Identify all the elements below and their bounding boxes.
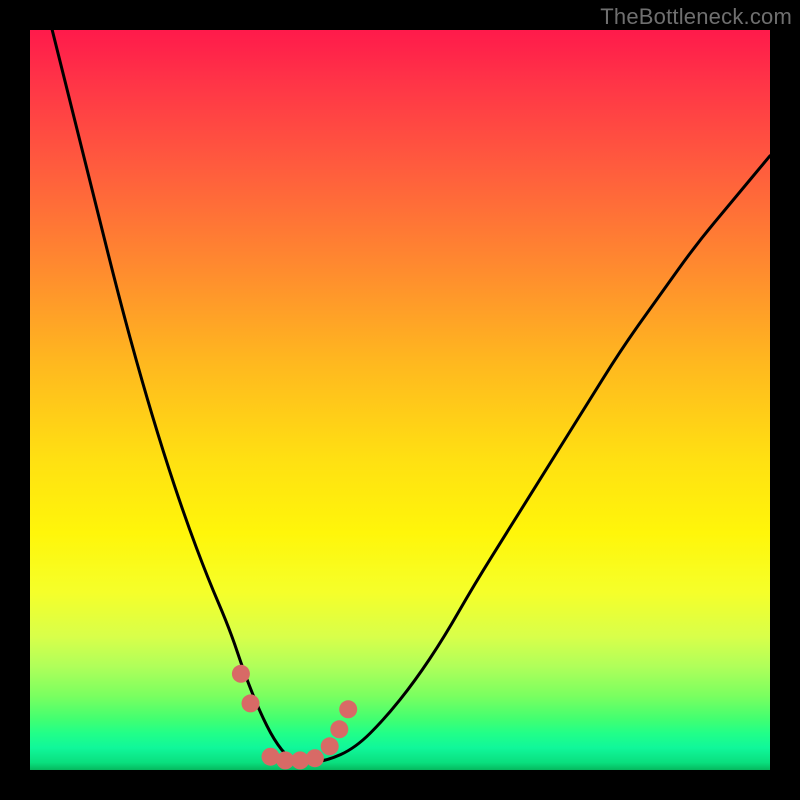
curve-marker xyxy=(330,720,348,738)
curve-marker xyxy=(232,665,250,683)
bottleneck-curve xyxy=(30,30,770,762)
bottleneck-curve-layer xyxy=(30,30,770,770)
curve-markers xyxy=(232,665,357,770)
watermark-text: TheBottleneck.com xyxy=(600,4,792,30)
chart-frame: TheBottleneck.com xyxy=(0,0,800,800)
plot-area xyxy=(30,30,770,770)
curve-marker xyxy=(321,737,339,755)
curve-marker xyxy=(339,700,357,718)
curve-marker xyxy=(242,694,260,712)
curve-marker xyxy=(306,749,324,767)
